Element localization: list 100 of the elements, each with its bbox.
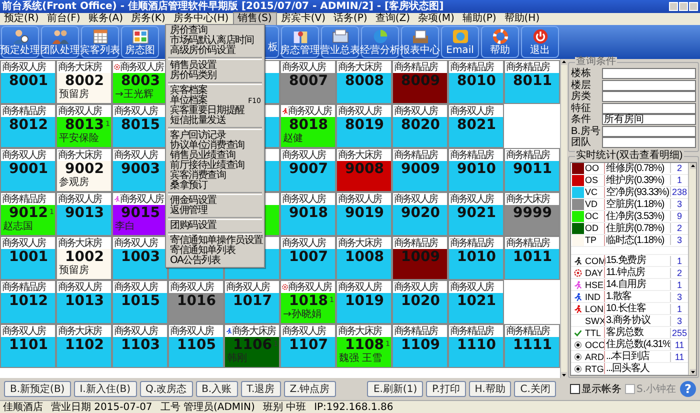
- room-type: 商务精品房: [506, 326, 550, 336]
- room-number: 8008: [344, 73, 384, 89]
- status-count: 2: [676, 163, 682, 173]
- room-number: 1007: [288, 249, 328, 265]
- room-type: 商务双人房: [114, 150, 158, 160]
- room-number: 1010: [456, 249, 496, 265]
- status-count: 1: [676, 280, 682, 290]
- field-label: B.房号: [571, 126, 601, 137]
- status-count: 11: [674, 340, 684, 350]
- status-text: 佳顺酒店: [3, 402, 43, 412]
- status-text: 班别 中班: [262, 402, 306, 412]
- field-label: 特征: [571, 102, 592, 114]
- room-type: 商务大床房: [232, 326, 276, 336]
- status-code: HSE: [585, 280, 604, 290]
- guest-name: 预留房: [59, 89, 89, 100]
- room-number: 9001: [8, 161, 48, 177]
- status-count: 238: [672, 187, 688, 197]
- guest-name: 魏强 王雪: [339, 353, 382, 364]
- status-label: ...回头客人: [606, 363, 650, 374]
- room-number: 9003: [120, 161, 160, 177]
- room-number: 1102: [64, 337, 104, 353]
- status-code: TTL: [585, 328, 602, 338]
- room-type: 商务精品房: [394, 150, 438, 160]
- room-type: 商务精品房: [506, 62, 550, 72]
- status-code: DAY: [585, 268, 604, 278]
- status-code: OC: [585, 211, 600, 221]
- room-number: 8010: [456, 73, 496, 89]
- room-number: 1020: [400, 293, 440, 309]
- room-type: 商务精品房: [450, 238, 494, 248]
- room-number: 1017: [232, 293, 272, 309]
- room-type: 商务双人房: [394, 282, 438, 292]
- room-type: 商务大床房: [506, 194, 550, 204]
- status-code: OS: [585, 175, 600, 185]
- room-number: 8011: [512, 73, 552, 89]
- status-count: 11: [674, 352, 684, 362]
- room-type: 商务大床房: [338, 150, 382, 160]
- status-label: 15.免费房: [606, 255, 646, 266]
- room-type: 商务双人房: [114, 238, 158, 248]
- guest-name: 韩刚: [227, 353, 247, 364]
- room-number: 8009: [400, 73, 440, 89]
- room-number: 1101: [8, 337, 48, 353]
- room-type: 商务双人房: [226, 282, 270, 292]
- room-number: 1003: [120, 249, 160, 265]
- room-type: 商务双人房: [338, 106, 382, 116]
- room-type: 商务双人房: [170, 282, 214, 292]
- room-type: 商务双人房: [120, 194, 164, 204]
- room-type: 商务双人房: [170, 326, 214, 336]
- status-count: 3: [676, 292, 682, 302]
- room-type: 商务双人房: [58, 194, 102, 204]
- status-code: RTG: [585, 364, 604, 374]
- status-label: 1.散客: [606, 291, 632, 302]
- room-type: 商务双人房: [282, 62, 326, 72]
- guest-name: →孙晓娟: [283, 309, 322, 320]
- room-type: 商务双人房: [114, 326, 158, 336]
- room-number: 1018: [288, 293, 328, 309]
- status-code: ARD: [585, 352, 604, 362]
- room-type: 商务精品房: [394, 62, 438, 72]
- room-number: 1016: [176, 293, 216, 309]
- status-text: 营业日期 2015-07-07: [51, 402, 152, 412]
- status-label: 10.长住客: [606, 303, 646, 314]
- room-number: 1009: [400, 249, 440, 265]
- room-type: 商务精品房: [2, 194, 46, 204]
- room-type: 商务双人房: [394, 194, 438, 204]
- room-type: 商务大床房: [58, 326, 102, 336]
- room-number: 9012: [9, 205, 48, 221]
- guest-name: 平安保险: [59, 133, 99, 144]
- status-label: 空净房(93.33%): [606, 186, 669, 198]
- room-type: 商务大床房: [338, 62, 382, 72]
- status-code: VD: [585, 199, 599, 209]
- guest-name: 参观房: [59, 177, 89, 188]
- field-label: 团队: [571, 137, 592, 148]
- status-text: 工号 管理员(ADMIN): [160, 402, 255, 412]
- guest-name: →王光辉: [115, 89, 154, 100]
- room-number: 1107: [288, 337, 328, 353]
- room-type: 商务大床房: [338, 326, 382, 336]
- room-number: 1013: [64, 293, 104, 309]
- status-count: 3: [676, 316, 682, 326]
- room-number: 9010: [456, 161, 496, 177]
- room-number: 1021: [456, 293, 496, 309]
- room-type: 商务精品房: [394, 326, 438, 336]
- room-type: 商务双人房: [2, 238, 46, 248]
- room-type: 商务双人房: [58, 282, 102, 292]
- room-type: 商务大床房: [58, 238, 102, 248]
- room-number: 9008: [344, 161, 384, 177]
- room-type: 商务双人房: [288, 106, 332, 116]
- room-number: 8021: [456, 117, 496, 133]
- room-number: 9011: [512, 161, 552, 177]
- panel-title: 实时统计(双击查看明细): [575, 150, 684, 160]
- status-label: 住房总数(4.31%: [606, 339, 671, 350]
- status-count: 2: [676, 223, 682, 233]
- room-type: 商务精品房: [506, 238, 550, 248]
- room-type: 商务精品房: [2, 106, 46, 116]
- status-count: 3: [676, 235, 682, 245]
- field-label: 条件: [571, 114, 592, 126]
- status-count: 255: [672, 328, 688, 338]
- room-number: 1111: [512, 337, 552, 353]
- room-type: 商务精品房: [450, 150, 494, 160]
- room-type: 商务大床房: [338, 238, 382, 248]
- room-number: 9013: [64, 205, 104, 221]
- room-number: 1105: [176, 337, 216, 353]
